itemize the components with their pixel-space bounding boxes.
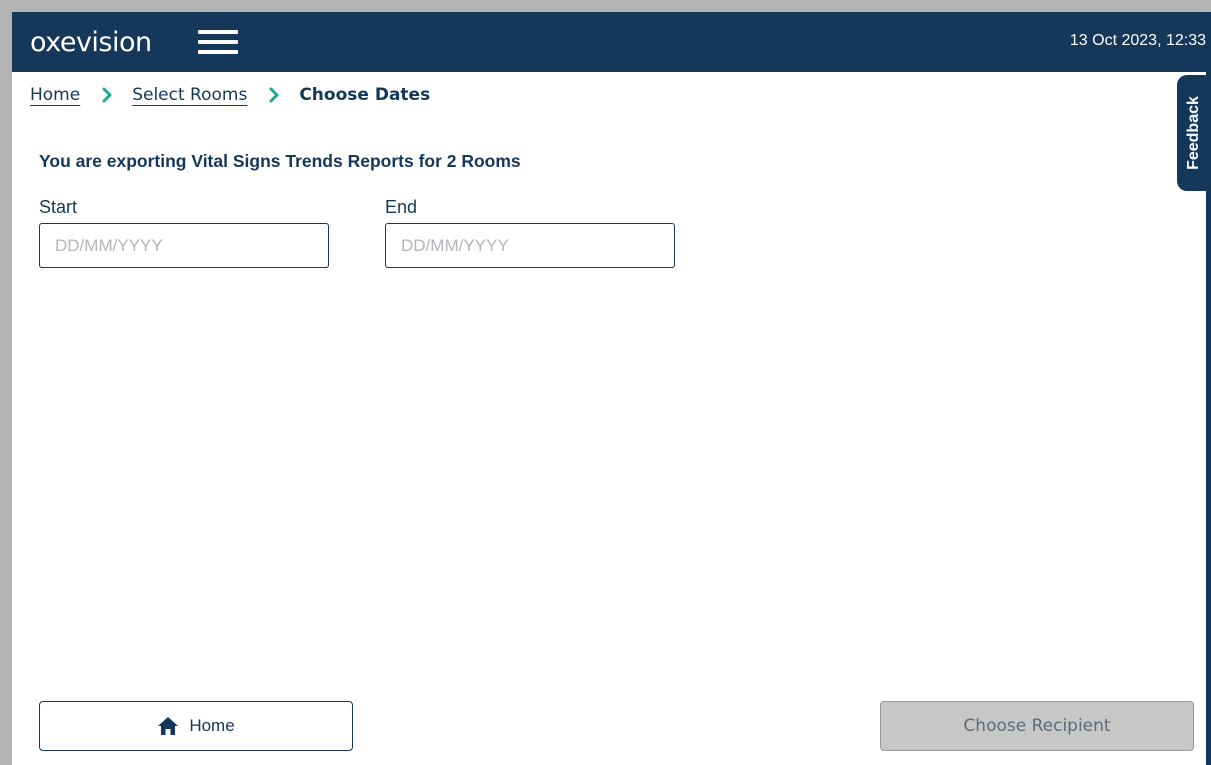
- chevron-right-icon: [269, 87, 279, 103]
- oxevision-logo: oxevision: [30, 27, 152, 58]
- home-button-label: Home: [189, 716, 235, 735]
- choose-recipient-button[interactable]: Choose Recipient: [880, 701, 1194, 751]
- end-date-label: End: [385, 197, 418, 217]
- breadcrumb-current: Choose Dates: [299, 85, 431, 105]
- window-frame-top: [0, 0, 1211, 12]
- breadcrumb: Home Select Rooms Choose Dates: [30, 82, 430, 108]
- home-button[interactable]: Home: [39, 701, 353, 751]
- app-header: oxevision 13 Oct 2023, 12:33: [12, 12, 1206, 72]
- hamburger-menu-icon[interactable]: [198, 28, 238, 56]
- choose-recipient-label: Choose Recipient: [963, 716, 1111, 736]
- page-title: You are exporting Vital Signs Trends Rep…: [39, 151, 521, 171]
- window-frame-left: [0, 12, 12, 765]
- breadcrumb-home-link[interactable]: Home: [30, 85, 80, 105]
- feedback-label: Feedback: [1185, 96, 1202, 170]
- home-icon: [158, 717, 179, 735]
- start-date-label: Start: [39, 197, 78, 217]
- start-date-input[interactable]: [39, 223, 329, 268]
- breadcrumb-select-rooms-link[interactable]: Select Rooms: [132, 85, 247, 105]
- chevron-right-icon: [102, 87, 112, 103]
- header-datetime: 13 Oct 2023, 12:33: [1069, 32, 1206, 49]
- end-date-input[interactable]: [385, 223, 675, 268]
- feedback-tab[interactable]: Feedback: [1177, 75, 1211, 191]
